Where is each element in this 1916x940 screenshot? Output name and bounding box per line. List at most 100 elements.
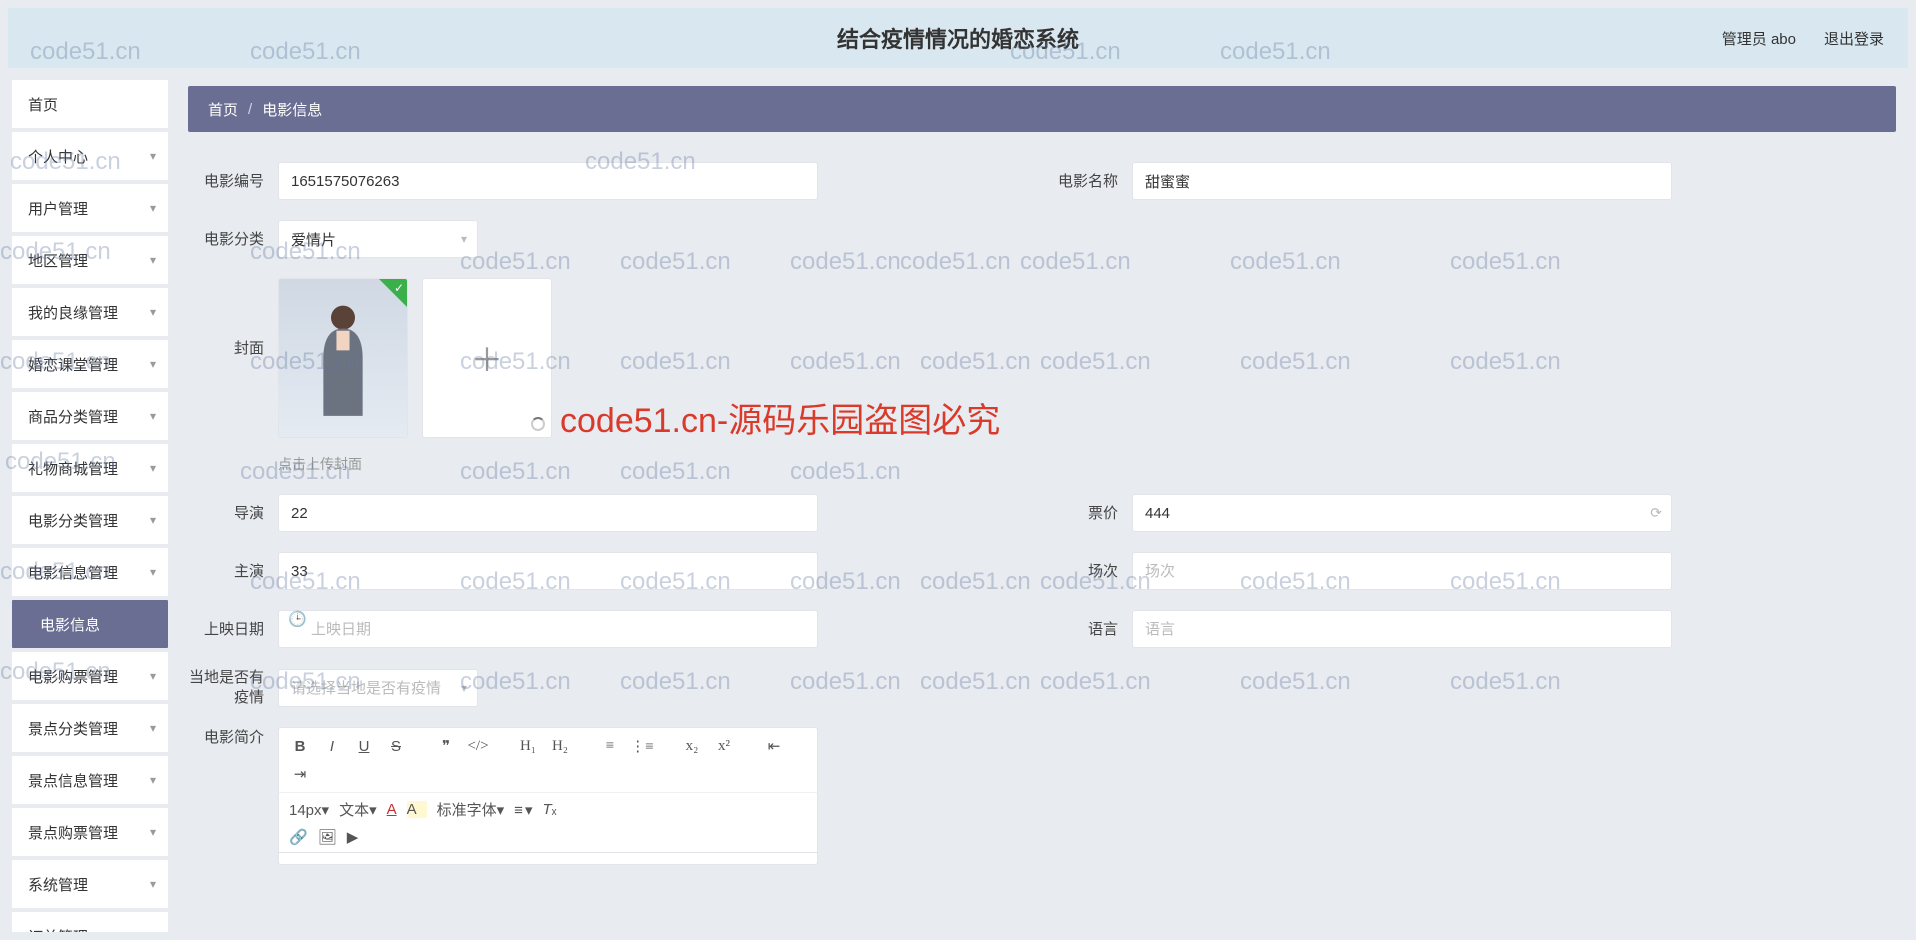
sidebar-item-label: 商品分类管理 — [28, 406, 118, 427]
director-input[interactable] — [278, 494, 818, 532]
cover-thumbnail[interactable] — [278, 278, 408, 438]
epidemic-label: 当地是否有疫情 — [188, 668, 278, 707]
sidebar-item-5[interactable]: 婚恋课堂管理 ▾ — [12, 340, 168, 388]
image-icon[interactable]: 🖼 — [318, 828, 337, 846]
chevron-down-icon: ▾ — [150, 565, 156, 579]
movie-name-input[interactable] — [1132, 162, 1672, 200]
rich-editor[interactable]: B I U S ❞ </> H₁ H₂ ≡ ⋮≡ — [278, 727, 818, 865]
intro-label: 电影简介 — [188, 727, 278, 748]
cover-upload-slot[interactable]: ＋ — [422, 278, 552, 438]
plus-icon: ＋ — [471, 335, 503, 381]
superscript-icon[interactable]: x² — [713, 734, 735, 758]
sidebar-item-label: 订单管理 — [28, 926, 88, 933]
breadcrumb-sep: / — [248, 101, 252, 118]
editor-toolbar: B I U S ❞ </> H₁ H₂ ≡ ⋮≡ — [278, 727, 818, 792]
movie-cat-label: 电影分类 — [188, 229, 278, 250]
sidebar-item-12[interactable]: 景点分类管理 ▾ — [12, 704, 168, 752]
cover-hint: 点击上传封面 — [278, 454, 552, 474]
movie-id-input[interactable] — [278, 162, 818, 200]
price-label: 票价 — [1042, 503, 1132, 524]
breadcrumb-home[interactable]: 首页 — [208, 99, 238, 120]
sidebar-item-16[interactable]: 订单管理▾ — [12, 912, 168, 932]
sidebar-item-3[interactable]: 地区管理▾ — [12, 236, 168, 284]
sidebar-item-15[interactable]: 系统管理▾ — [12, 860, 168, 908]
clear-format-icon[interactable]: Tₓ — [542, 801, 556, 818]
release-date-input[interactable] — [278, 610, 818, 648]
sidebar-item-label: 我的良缘管理 — [28, 302, 118, 323]
lead-label: 主演 — [188, 561, 278, 582]
sidebar-item-label: 景点信息管理 — [28, 770, 118, 791]
sidebar-item-label: 景点分类管理 — [28, 718, 118, 739]
sidebar-item-label: 景点购票管理 — [28, 822, 118, 843]
sidebar-item-label: 礼物商城管理 — [28, 458, 118, 479]
chevron-down-icon: ▾ — [461, 681, 467, 695]
italic-icon[interactable]: I — [321, 734, 343, 758]
chevron-down-icon: ▾ — [461, 232, 467, 246]
user-label[interactable]: 管理员 abo — [1722, 28, 1796, 49]
chevron-down-icon: ▾ — [150, 461, 156, 475]
sidebar-item-7[interactable]: 礼物商城管理 ▾ — [12, 444, 168, 492]
font-family-select[interactable]: 标准字体▾ — [437, 799, 505, 820]
block-select[interactable]: 文本▾ — [339, 799, 377, 820]
sidebar-item-2[interactable]: 用户管理▾ — [12, 184, 168, 232]
sidebar-item-label: 电影信息 — [40, 614, 100, 635]
sidebar-item-4[interactable]: 我的良缘管理 ▾ — [12, 288, 168, 336]
sidebar: 首页个人中心▾用户管理▾地区管理▾我的良缘管理▾婚恋课堂管理▾商品分类管理▾礼物… — [0, 68, 180, 932]
sidebar-item-8[interactable]: 电影分类管理▾ — [12, 496, 168, 544]
lead-input[interactable] — [278, 552, 818, 590]
h1-icon[interactable]: H₁ — [517, 734, 539, 758]
logout-link[interactable]: 退出登录 — [1824, 28, 1884, 49]
clock-icon: 🕒 — [288, 610, 307, 628]
number-stepper-icon[interactable]: ⟳ — [1650, 505, 1662, 522]
movie-cat-select[interactable]: 爱情片 ▾ — [278, 220, 478, 258]
video-icon[interactable]: ▶ — [347, 828, 359, 846]
outdent-icon[interactable]: ⇤ — [763, 734, 785, 758]
strike-icon[interactable]: S — [385, 734, 407, 758]
text-color-icon[interactable]: A — [387, 801, 397, 818]
link-icon[interactable]: 🔗 — [289, 828, 308, 846]
bg-color-icon[interactable]: A — [407, 801, 427, 818]
sidebar-item-label: 婚恋课堂管理 — [28, 354, 118, 375]
sidebar-item-11[interactable]: 电影购票管理▾ — [12, 652, 168, 700]
h2-icon[interactable]: H₂ — [549, 734, 571, 758]
sidebar-item-9[interactable]: 电影信息管理▾ — [12, 548, 168, 596]
chevron-down-icon: ▾ — [150, 357, 156, 371]
chevron-down-icon: ▾ — [150, 721, 156, 735]
header: 结合疫情情况的婚恋系统 管理员 abo 退出登录 — [8, 8, 1908, 68]
ul-icon[interactable]: ⋮≡ — [631, 734, 653, 758]
subscript-icon[interactable]: x₂ — [681, 734, 703, 758]
indent-icon[interactable]: ⇥ — [289, 762, 311, 786]
app-title: 结合疫情情况的婚恋系统 — [837, 22, 1079, 54]
quote-icon[interactable]: ❞ — [435, 734, 457, 758]
chevron-down-icon: ▾ — [150, 305, 156, 319]
release-label: 上映日期 — [188, 619, 278, 640]
director-label: 导演 — [188, 503, 278, 524]
check-icon — [379, 279, 407, 307]
sidebar-item-10[interactable]: 电影信息 — [12, 600, 168, 648]
session-input[interactable] — [1132, 552, 1672, 590]
editor-toolbar-2: 14px▾ 文本▾ A A 标准字体▾ ≡▾ Tₓ 🔗 🖼 ▶ — [278, 792, 818, 853]
editor-body[interactable] — [278, 853, 818, 865]
person-silhouette-icon — [308, 298, 378, 418]
chevron-down-icon: ▾ — [150, 825, 156, 839]
sidebar-item-label: 首页 — [28, 94, 58, 115]
cover-label: 封面 — [188, 278, 278, 359]
ol-icon[interactable]: ≡ — [599, 734, 621, 758]
sidebar-item-13[interactable]: 景点信息管理 ▾ — [12, 756, 168, 804]
language-input[interactable] — [1132, 610, 1672, 648]
epidemic-select[interactable]: 请选择当地是否有疫情 ▾ — [278, 669, 478, 707]
sidebar-item-0[interactable]: 首页 — [12, 80, 168, 128]
bold-icon[interactable]: B — [289, 734, 311, 758]
movie-name-label: 电影名称 — [1042, 171, 1132, 192]
sidebar-item-6[interactable]: 商品分类管理▾ — [12, 392, 168, 440]
align-icon[interactable]: ≡▾ — [514, 801, 532, 819]
chevron-down-icon: ▾ — [150, 149, 156, 163]
code-icon[interactable]: </> — [467, 734, 489, 758]
underline-icon[interactable]: U — [353, 734, 375, 758]
chevron-down-icon: ▾ — [150, 773, 156, 787]
sidebar-item-label: 用户管理 — [28, 198, 88, 219]
sidebar-item-1[interactable]: 个人中心▾ — [12, 132, 168, 180]
price-input[interactable] — [1132, 494, 1672, 532]
font-size-select[interactable]: 14px▾ — [289, 801, 329, 819]
sidebar-item-14[interactable]: 景点购票管理 ▾ — [12, 808, 168, 856]
